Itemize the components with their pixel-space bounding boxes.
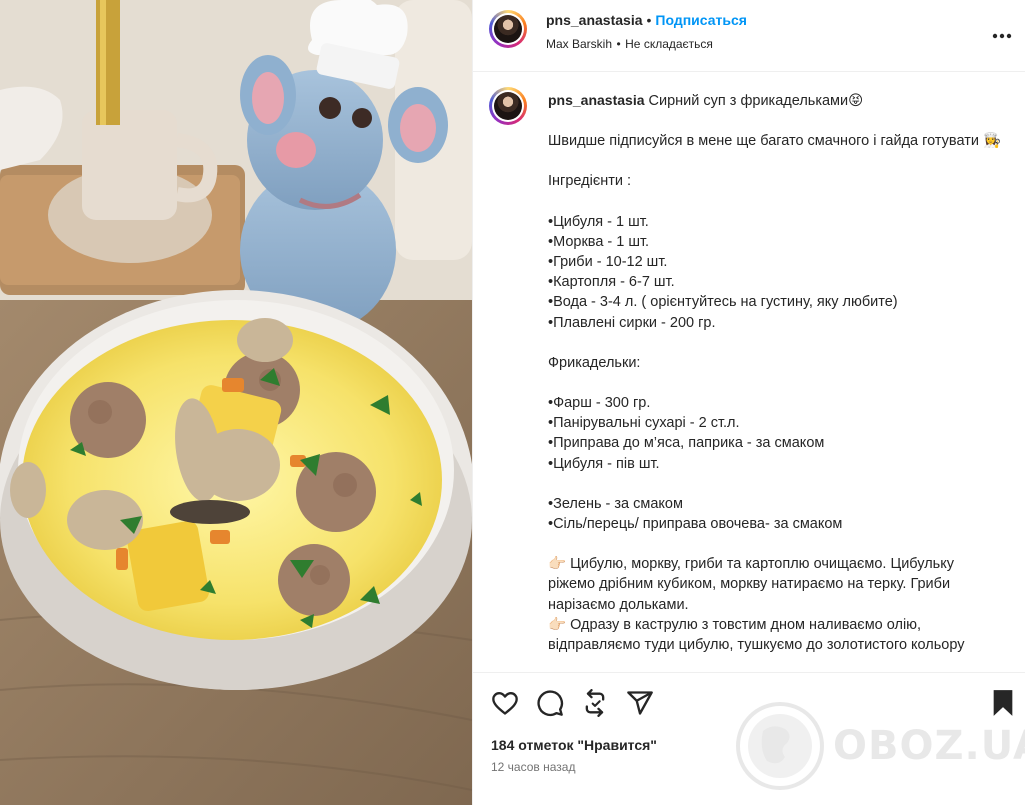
watermark-text: OBOZ.UA — [833, 723, 1025, 769]
music-info[interactable]: Max Barskih • Не складається — [546, 35, 713, 53]
caption-body: Швидше підписуйся в мене ще багато смачн… — [548, 131, 1003, 655]
caption-blank-line — [548, 534, 1003, 554]
post-photo[interactable] — [0, 0, 472, 805]
caption-line: •Приправа до м’яса, паприка - за смаком — [548, 435, 825, 452]
caption-line: Інгредієнти : — [548, 173, 632, 190]
repost-icon[interactable] — [581, 689, 611, 719]
caption-blank-line — [548, 333, 1003, 353]
caption-line: •Плавлені сирки - 200 гр. — [548, 314, 716, 331]
caption-author-avatar[interactable] — [489, 87, 527, 125]
post-header: pns_anastasia • Подписаться Max Barskih • … — [473, 0, 1025, 72]
send-icon[interactable] — [626, 689, 656, 719]
caption-line: Швидше підписуйся в мене ще багато смачн… — [548, 133, 1002, 150]
music-artist: Max Barskih — [546, 37, 613, 51]
author-avatar[interactable] — [489, 10, 527, 48]
caption-line: •Гриби - 10-12 шт. — [548, 254, 668, 271]
more-horizontal-icon[interactable] — [992, 22, 1012, 45]
caption-username[interactable]: pns_anastasia — [548, 92, 645, 108]
caption-blank-line — [548, 474, 1003, 494]
caption-line: •Сіль/перець/ приправа овочева- за смако… — [548, 516, 843, 533]
oboz-watermark: OBOZ.UA — [735, 701, 1025, 791]
caption-line: •Фарш - 300 гр. — [548, 395, 651, 412]
caption-avatar-photo — [494, 92, 522, 120]
post-timestamp[interactable]: 12 часов назад — [491, 760, 575, 774]
caption-blank-line — [548, 192, 1003, 212]
globe-logo-icon — [736, 702, 824, 790]
caption-line: Фрикадельки: — [548, 354, 641, 371]
post-caption: pns_anastasia Сирний суп з фрикадельками… — [548, 90, 1003, 673]
caption-title: Сирний суп з фрикадельками😝 — [644, 93, 864, 109]
comment-icon[interactable] — [536, 689, 566, 719]
caption-line: •Морква - 1 шт. — [548, 233, 650, 250]
caption-line: •Панірувальні сухарі - 2 ст.л. — [548, 415, 740, 432]
music-separator: • — [616, 37, 621, 51]
likes-count[interactable]: 184 отметок "Нравится" — [491, 737, 657, 753]
avatar-photo — [494, 15, 522, 43]
caption-line: •Цибуля - пів шт. — [548, 455, 660, 472]
header-separator: • — [646, 12, 652, 28]
caption-blank-line — [548, 373, 1003, 393]
caption-line: •Картопля - 6-7 шт. — [548, 274, 675, 291]
caption-line: 👉🏻 Одразу в каструлю з товстим дном нали… — [548, 616, 965, 654]
caption-line: 👉🏻 Цибулю, моркву, гриби та картоплю очи… — [548, 556, 959, 613]
post-details-panel: pns_anastasia • Подписаться Max Barskih • … — [472, 0, 1025, 805]
caption-line: •Цибуля - 1 шт. — [548, 213, 649, 230]
follow-button[interactable]: Подписаться — [655, 12, 747, 28]
caption-blank-line — [548, 151, 1003, 171]
music-track: Не складається — [625, 37, 713, 51]
heart-icon[interactable] — [491, 689, 521, 719]
caption-title-line: pns_anastasia Сирний суп з фрикадельками… — [548, 90, 1003, 111]
caption-line: •Вода - 3-4 л. ( орієнтуйтесь на густину… — [548, 294, 898, 311]
author-username[interactable]: pns_anastasia — [546, 12, 643, 28]
soup-photo-illustration — [0, 0, 472, 805]
caption-line: •Зелень - за смаком — [548, 495, 683, 512]
post-actions: 184 отметок "Нравится" 12 часов назад OB… — [473, 672, 1025, 805]
